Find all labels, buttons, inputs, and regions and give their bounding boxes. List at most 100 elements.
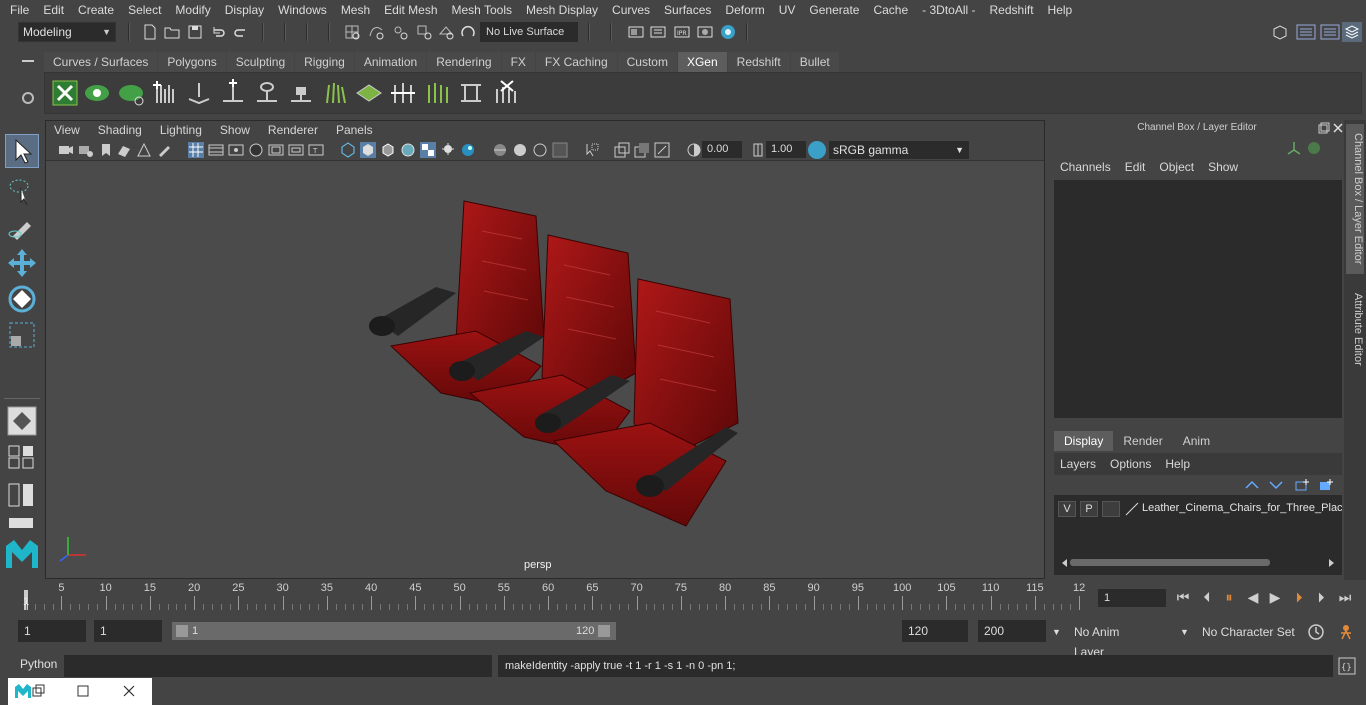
channel-list[interactable]: [1054, 180, 1342, 418]
menu-edit-mesh[interactable]: Edit Mesh: [376, 3, 443, 17]
menu-help[interactable]: Help: [1040, 3, 1079, 17]
manipulator-display-icon[interactable]: [1286, 140, 1302, 156]
scroll-left-icon[interactable]: [1062, 559, 1067, 567]
shelf-tab-fx[interactable]: FX: [501, 52, 535, 72]
menu-mesh-display[interactable]: Mesh Display: [518, 3, 604, 17]
new-layer-from-selection-icon[interactable]: [1318, 478, 1334, 492]
isolate-select-icon[interactable]: [552, 142, 568, 158]
select-camera-icon[interactable]: [58, 142, 74, 158]
character-set-dropdown[interactable]: ▼ No Character Set: [1178, 622, 1302, 642]
move-layer-down-icon[interactable]: [1268, 478, 1284, 492]
save-scene-icon[interactable]: [187, 24, 203, 40]
paint-select-tool-icon[interactable]: [5, 210, 39, 244]
select-tool[interactable]: [5, 134, 39, 168]
depth-of-field-icon[interactable]: [532, 142, 548, 158]
smooth-shade-icon[interactable]: [360, 142, 376, 158]
scroll-right-icon[interactable]: [1329, 559, 1334, 567]
shelf-tab-polygons[interactable]: Polygons: [158, 52, 226, 72]
viewport-3d-canvas[interactable]: persp: [46, 161, 1044, 578]
workspace-icon[interactable]: [1272, 24, 1288, 40]
lasso-tool-icon[interactable]: [5, 174, 39, 208]
render-view-icon[interactable]: [697, 24, 713, 40]
render-settings-icon[interactable]: [628, 24, 644, 40]
textured-icon[interactable]: [400, 142, 416, 158]
menu-edit[interactable]: Edit: [35, 3, 70, 17]
snap-projected-center-icon[interactable]: [416, 24, 432, 40]
layer-display-type-toggle[interactable]: [1102, 501, 1120, 517]
safe-action-icon[interactable]: [288, 142, 304, 158]
xgen-editor-icon[interactable]: [51, 79, 79, 107]
layout-toggle-icon[interactable]: [5, 516, 39, 530]
xray-active-components-icon[interactable]: [634, 142, 650, 158]
safe-title-icon[interactable]: T: [308, 142, 324, 158]
speed-icon[interactable]: [1306, 140, 1322, 156]
mode-selector[interactable]: Modeling ▼: [18, 22, 116, 42]
ambient-occlusion-icon[interactable]: [460, 142, 476, 158]
shelf-tab-animation[interactable]: Animation: [354, 52, 427, 72]
new-layer-icon[interactable]: [1294, 478, 1310, 492]
layer-color-swatch-icon[interactable]: [1124, 501, 1140, 517]
menu-file[interactable]: File: [0, 3, 35, 17]
snap-grid-icon[interactable]: [344, 24, 360, 40]
resolution-gate-icon[interactable]: [228, 142, 244, 158]
live-surface-field[interactable]: No Live Surface: [480, 22, 578, 42]
restore-window-icon[interactable]: [32, 684, 46, 698]
script-editor-icon[interactable]: {}: [1338, 657, 1356, 675]
image-plane-icon[interactable]: [116, 142, 132, 158]
camera-attributes-icon[interactable]: [78, 142, 94, 158]
shelf-tab-sculpting[interactable]: Sculpting: [226, 52, 295, 72]
soft-select-icon[interactable]: [5, 404, 39, 438]
step-back-key-icon[interactable]: ⏸: [1220, 588, 1238, 606]
xgen-move-guides-icon[interactable]: [389, 79, 417, 107]
gamma-icon[interactable]: [750, 142, 766, 158]
script-language-label[interactable]: Python: [20, 657, 57, 671]
backface-culling-icon[interactable]: [654, 142, 670, 158]
channel-box-menu-channels[interactable]: Channels: [1054, 160, 1119, 174]
go-to-end-icon[interactable]: ⏭: [1336, 588, 1354, 606]
xgen-groom-icon[interactable]: [355, 79, 383, 107]
shelf-tab-curves-surfaces[interactable]: Curves / Surfaces: [44, 52, 158, 72]
shadows-icon[interactable]: [440, 142, 456, 158]
menu-select[interactable]: Select: [120, 3, 167, 17]
menu-mesh[interactable]: Mesh: [333, 3, 376, 17]
layer-name[interactable]: Leather_Cinema_Chairs_for_Three_Places: [1142, 502, 1342, 514]
shelf-settings-gear-icon[interactable]: [22, 92, 34, 104]
two-d-pan-zoom-icon[interactable]: [136, 142, 152, 158]
render-frame-icon[interactable]: [650, 24, 666, 40]
snap-curve-icon[interactable]: [368, 24, 384, 40]
layer-visibility-toggle[interactable]: V: [1058, 501, 1076, 517]
film-gate-icon[interactable]: [208, 142, 224, 158]
layer-list-horizontal-scrollbar[interactable]: [1062, 557, 1334, 567]
xgen-add-guide-icon[interactable]: [185, 79, 213, 107]
time-slider[interactable]: 1 5 10 15 20 25 30 35 40 45 50 55 60 65 70 75 80 85 90 95 1…: [18, 582, 1090, 610]
shelf-tab-custom[interactable]: Custom: [617, 52, 677, 72]
gamma-field[interactable]: 1.00: [766, 141, 806, 158]
playback-end-field[interactable]: 120: [902, 620, 968, 642]
close-window-icon[interactable]: [122, 684, 136, 698]
field-chart-icon[interactable]: [268, 142, 284, 158]
gate-mask-icon[interactable]: [248, 142, 264, 158]
channel-box-toggle-icon[interactable]: [1342, 22, 1362, 42]
menu-generate[interactable]: Generate: [801, 3, 865, 17]
channel-box-menu-show[interactable]: Show: [1202, 160, 1246, 174]
close-icon[interactable]: [1332, 122, 1344, 134]
anti-aliasing-icon[interactable]: [512, 142, 528, 158]
go-to-start-icon[interactable]: ⏮: [1174, 588, 1192, 606]
step-back-icon[interactable]: ⏴: [1198, 588, 1216, 606]
scale-tool-icon[interactable]: [5, 318, 39, 352]
color-space-dropdown[interactable]: sRGB gamma ▼: [829, 141, 969, 159]
use-all-lights-icon[interactable]: [420, 142, 436, 158]
xgen-flip-guides-icon[interactable]: [457, 79, 485, 107]
current-frame-field[interactable]: 1: [1098, 589, 1166, 607]
play-backwards-icon[interactable]: ◀: [1244, 588, 1262, 606]
move-layer-up-icon[interactable]: [1244, 478, 1260, 492]
layer-tab-anim[interactable]: Anim: [1172, 431, 1221, 451]
open-scene-icon[interactable]: [164, 24, 180, 40]
motion-blur-icon[interactable]: [492, 142, 508, 158]
shelf-tab-xgen[interactable]: XGen: [677, 52, 727, 72]
playback-start-field[interactable]: 1: [94, 620, 162, 642]
xray-joints-icon[interactable]: [614, 142, 630, 158]
step-forward-icon[interactable]: ⏵: [1312, 588, 1330, 606]
side-tab-channel-box[interactable]: Channel Box / Layer Editor: [1346, 124, 1364, 274]
shelf-menu-icon[interactable]: [22, 60, 34, 62]
